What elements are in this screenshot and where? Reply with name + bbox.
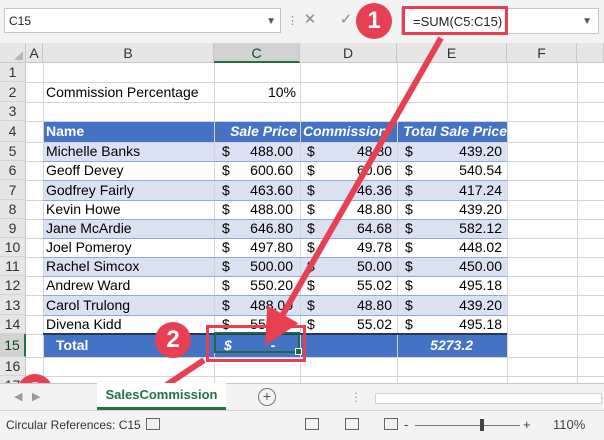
zoom-slider[interactable]	[415, 425, 520, 426]
scroll-tabs-left-icon[interactable]: ◀	[14, 390, 22, 403]
page-break-preview-icon[interactable]	[384, 418, 398, 430]
normal-view-icon[interactable]	[305, 418, 319, 430]
accessibility-icon[interactable]	[146, 418, 160, 430]
zoom-in-icon[interactable]: +	[523, 417, 531, 432]
tab-salescommission[interactable]: SalesCommission	[97, 383, 226, 410]
zoom-level[interactable]: 110%	[553, 417, 585, 432]
zoom-slider-thumb[interactable]	[480, 419, 484, 431]
zoom-out-icon[interactable]: -	[404, 417, 408, 432]
annotation-badge-2: 2	[155, 322, 191, 358]
more-tabs-icon[interactable]: ⋮	[350, 390, 362, 404]
scroll-tabs-right-icon[interactable]: ▶	[32, 390, 40, 403]
status-bar: Circular References: C15 - + 110%	[0, 410, 604, 440]
page-layout-icon[interactable]	[345, 418, 359, 430]
annotation-badge-1: 1	[356, 3, 392, 39]
add-sheet-icon[interactable]: +	[258, 388, 276, 406]
arrow-formula-to-cell	[265, 36, 444, 346]
circular-references-status[interactable]: Circular References: C15	[6, 418, 141, 432]
horizontal-scrollbar[interactable]	[375, 393, 602, 404]
annotation-arrows	[111, 36, 444, 422]
sheet-tab-bar: ◀ ▶ SalesCommission + ⋮	[0, 383, 604, 411]
